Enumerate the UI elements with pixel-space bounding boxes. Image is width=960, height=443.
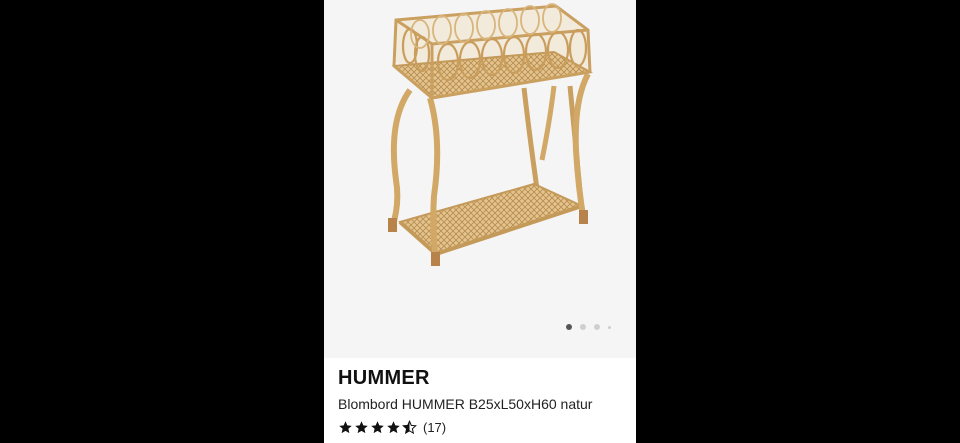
product-description[interactable]: Blombord HUMMER B25xL50xH60 natur bbox=[338, 395, 628, 413]
carousel-dot[interactable] bbox=[566, 324, 572, 330]
rating-stars bbox=[338, 419, 417, 435]
carousel-dots[interactable] bbox=[566, 324, 611, 330]
star-half-icon bbox=[402, 419, 417, 434]
product-info: HUMMER Blombord HUMMER B25xL50xH60 natur… bbox=[338, 366, 628, 435]
star-full-icon bbox=[339, 420, 352, 433]
star-full-icon bbox=[355, 420, 368, 433]
star-full-icon bbox=[387, 420, 400, 433]
product-rating[interactable]: (17) bbox=[338, 419, 628, 435]
product-card[interactable]: HUMMER Blombord HUMMER B25xL50xH60 natur… bbox=[324, 0, 636, 443]
carousel-dot[interactable] bbox=[580, 324, 586, 330]
product-image-carousel[interactable] bbox=[324, 0, 636, 358]
star-full-icon bbox=[371, 420, 384, 433]
product-brand[interactable]: HUMMER bbox=[338, 366, 628, 390]
carousel-dot[interactable] bbox=[608, 325, 611, 329]
rating-count: (17) bbox=[423, 419, 447, 435]
rattan-plant-stand-image bbox=[388, 3, 593, 266]
carousel-dot[interactable] bbox=[594, 324, 600, 330]
